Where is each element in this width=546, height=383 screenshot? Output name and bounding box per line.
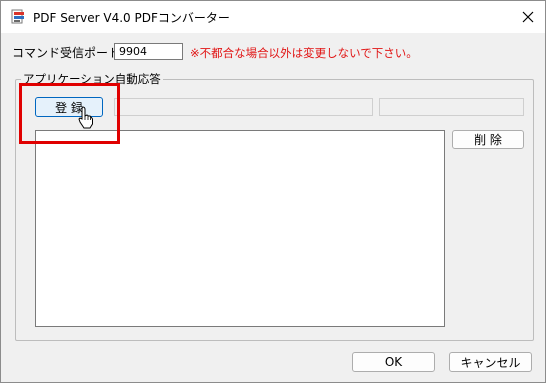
port-warning: ※不都合な場合以外は変更しないで下さい。 <box>190 46 418 60</box>
title-bar: PDF Server V4.0 PDFコンバーター <box>1 1 545 33</box>
pdf-app-icon <box>11 9 24 24</box>
delete-button[interactable]: 削 除 <box>452 130 524 149</box>
group-title: アプリケーション自動応答 <box>21 71 163 87</box>
port-label: コマンド受信ポート <box>12 46 121 60</box>
close-button[interactable] <box>513 3 543 31</box>
mouse-pointer-icon <box>78 106 93 129</box>
cancel-button-label: キャンセル <box>460 355 521 370</box>
app-path-field <box>114 98 373 116</box>
ok-button[interactable]: OK <box>352 352 435 372</box>
port-input[interactable] <box>114 43 183 60</box>
app-name-field <box>379 98 524 116</box>
close-icon <box>522 11 534 23</box>
dialog-window: PDF Server V4.0 PDFコンバーター コマンド受信ポート ※不都合… <box>0 0 546 383</box>
window-title: PDF Server V4.0 PDFコンバーター <box>33 11 230 25</box>
ok-button-label: OK <box>384 355 403 369</box>
cancel-button[interactable]: キャンセル <box>449 352 532 372</box>
delete-button-label: 削 除 <box>474 133 502 147</box>
app-list[interactable] <box>35 130 445 327</box>
